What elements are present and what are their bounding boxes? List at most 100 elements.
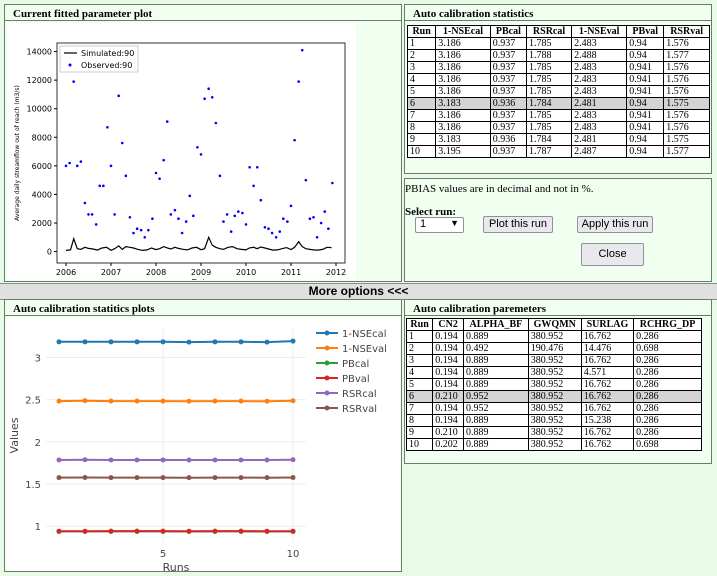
observed-point — [139, 228, 143, 232]
stats-cell: 3.186 — [435, 61, 491, 74]
params-cell: 190.476 — [527, 342, 582, 355]
series-point — [56, 457, 62, 463]
params-cell: 16.762 — [580, 438, 635, 451]
observed-point — [210, 95, 214, 99]
observed-point — [308, 217, 312, 221]
observed-point — [244, 223, 248, 226]
table-row[interactable]: 4 0.194 0.889 380.952 4.571 0.286 — [405, 366, 702, 379]
observed-point — [147, 228, 150, 232]
series-point — [108, 528, 114, 534]
close-button[interactable]: Close — [581, 243, 644, 266]
observed-point — [158, 177, 161, 181]
observed-point — [259, 198, 263, 202]
series-point — [134, 528, 140, 534]
params-cell: 0.210 — [432, 426, 465, 439]
stats-cell: 1.784 — [526, 133, 573, 146]
stats-cell: 3.186 — [435, 37, 491, 50]
observed-point — [278, 230, 282, 233]
observed-point — [154, 171, 158, 175]
observed-point — [75, 164, 79, 168]
observed-point — [188, 194, 192, 198]
apply-run-button[interactable]: Apply this run — [577, 216, 653, 233]
observed-point — [282, 217, 285, 221]
params-cell: 0.952 — [463, 402, 529, 415]
table-row[interactable]: 4 3.186 0.937 1.785 2.483 0.941 1.576 — [406, 73, 710, 86]
table-row[interactable]: 2 0.194 0.492 190.476 14.476 0.698 — [405, 342, 702, 355]
table-row[interactable]: 3 3.186 0.937 1.785 2.483 0.941 1.576 — [406, 61, 710, 74]
stats-cell: 1.784 — [526, 97, 573, 110]
stats-cell: 3.183 — [435, 133, 491, 146]
table-row[interactable]: 5 3.186 0.937 1.785 2.483 0.941 1.576 — [406, 85, 710, 98]
table-row[interactable]: 6 0.210 0.952 380.952 16.762 0.286 — [405, 390, 702, 403]
table-row[interactable]: 2 3.186 0.937 1.788 2.488 0.94 1.577 — [406, 49, 710, 62]
observed-point — [304, 178, 308, 182]
stats-plot-panel: Auto calibration statitics plots 1 1.5 2 2.… — [4, 299, 402, 572]
params-header: SURLAG — [580, 318, 635, 331]
observed-point — [248, 165, 251, 169]
y-axis-label: Average daily streamflow out of reach (m… — [14, 85, 21, 221]
table-row[interactable]: 8 3.186 0.937 1.785 2.483 0.941 1.576 — [406, 121, 710, 134]
params-cell: 0.194 — [432, 378, 465, 391]
stats-cell: 0.936 — [489, 97, 528, 110]
stats-cell: 3 — [406, 61, 437, 74]
series-point — [56, 339, 62, 345]
params-cell: 0.286 — [633, 426, 702, 439]
stats-cell: 7 — [406, 109, 437, 122]
stats-cell: 0.941 — [626, 109, 665, 122]
observed-point — [162, 158, 165, 162]
table-row[interactable]: 1 3.186 0.937 1.785 2.483 0.94 1.576 — [406, 37, 710, 50]
run-select[interactable]: 1 ▼ — [415, 217, 464, 233]
stats-cell: 1.785 — [526, 61, 573, 74]
y-tick-label: 1.5 — [25, 480, 41, 491]
stats-cell: 9 — [406, 133, 437, 146]
table-row[interactable]: 8 0.194 0.889 380.952 15.238 0.286 — [405, 414, 702, 427]
stats-cell: 0.937 — [489, 145, 528, 158]
params-cell: 0.889 — [463, 330, 529, 343]
run-controls-panel: PBIAS values are in decimal and not in %… — [404, 178, 712, 282]
observed-point — [143, 235, 147, 239]
table-row[interactable]: 7 3.186 0.937 1.785 2.483 0.941 1.576 — [406, 109, 710, 122]
table-row[interactable]: 10 0.202 0.889 380.952 16.762 0.698 — [405, 438, 702, 451]
table-row[interactable]: 10 3.195 0.937 1.787 2.487 0.94 1.577 — [406, 145, 710, 158]
stats-cell: 1.787 — [526, 145, 573, 158]
table-row[interactable]: 1 0.194 0.889 380.952 16.762 0.286 — [405, 330, 702, 343]
params-cell: 0.194 — [432, 366, 465, 379]
series-point — [264, 475, 270, 481]
plot-frame — [56, 42, 346, 264]
plot-run-button[interactable]: Plot this run — [483, 216, 553, 233]
table-row[interactable]: 9 0.210 0.889 380.952 16.762 0.286 — [405, 426, 702, 439]
stats-table: Run 1-NSEcal PBcal RSRcal 1-NSEval PBval RSRva… — [406, 25, 710, 158]
stats-cell: 0.937 — [489, 109, 528, 122]
observed-point — [327, 227, 330, 231]
y-tick-label: 12000 — [27, 76, 52, 85]
y-axis-label: Values — [8, 417, 21, 453]
legend-label: 1-NSEval — [342, 344, 387, 355]
more-options-toggle[interactable]: More options <<< — [0, 283, 717, 300]
params-cell: 0.492 — [463, 342, 529, 355]
table-row[interactable]: 7 0.194 0.952 380.952 16.762 0.286 — [405, 402, 702, 415]
y-tick-label: 2000 — [32, 219, 52, 228]
series-point — [238, 339, 244, 345]
series-point — [108, 457, 114, 463]
x-tick-label: 5 — [160, 549, 166, 560]
observed-point — [218, 174, 222, 178]
legend-simulated-label: Simulated:90 — [81, 49, 134, 58]
stats-cell: 3.183 — [435, 97, 491, 110]
series-point — [186, 528, 192, 534]
table-row[interactable]: 3 0.194 0.889 380.952 16.762 0.286 — [405, 354, 702, 367]
legend-label: 1-NSEcal — [342, 329, 387, 340]
params-header: CN2 — [432, 318, 465, 331]
series-point — [186, 339, 192, 345]
fitted-plot-title: Current fitted parameter plot — [5, 5, 401, 21]
legend-observed-swatch — [68, 63, 72, 67]
observed-point — [267, 227, 270, 231]
table-row[interactable]: 5 0.194 0.889 380.952 16.762 0.286 — [405, 378, 702, 391]
table-row[interactable]: 6 3.183 0.936 1.784 2.481 0.94 1.575 — [406, 97, 710, 110]
params-header: Run — [405, 318, 434, 331]
params-cell: 380.952 — [527, 438, 582, 451]
observed-point — [90, 213, 94, 216]
series-point — [56, 475, 62, 481]
params-cell: 380.952 — [527, 414, 582, 427]
x-tick-label: 2010 — [236, 268, 256, 277]
table-row[interactable]: 9 3.183 0.936 1.784 2.481 0.94 1.575 — [406, 133, 710, 146]
